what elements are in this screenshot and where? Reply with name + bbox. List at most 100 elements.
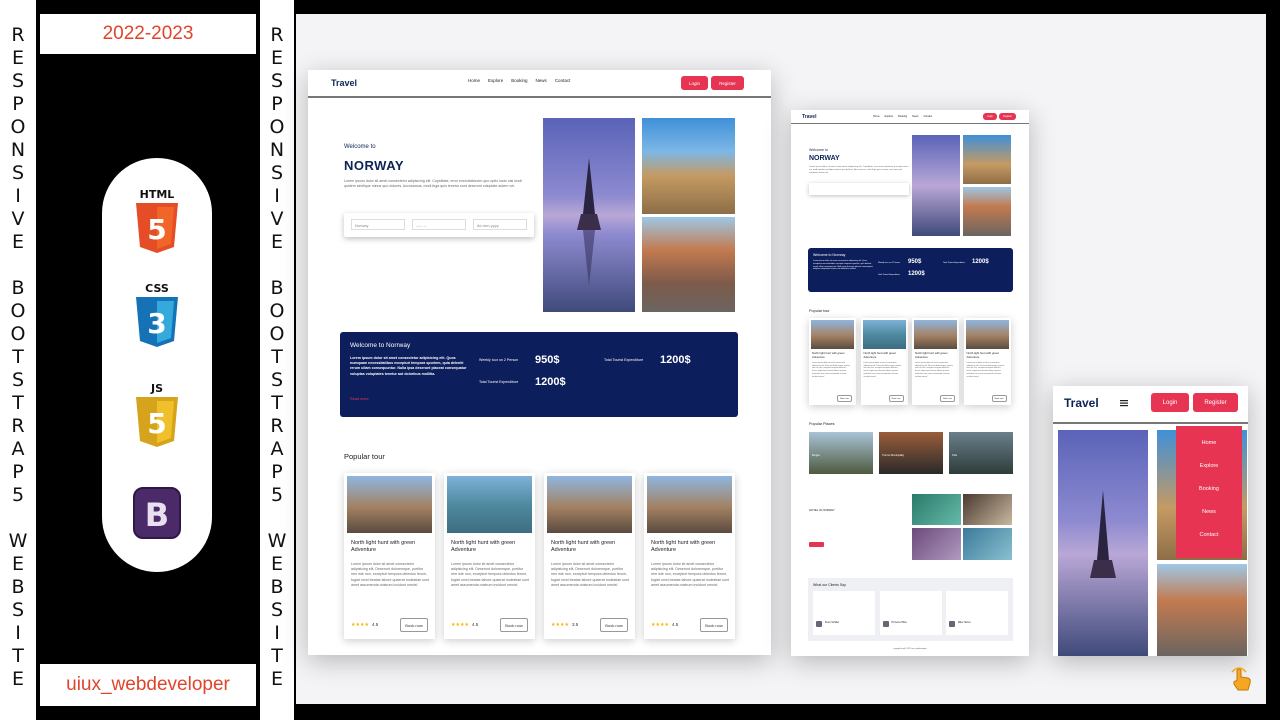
left-vertical-letter: E: [11, 47, 24, 69]
mobile-nav-link-booking[interactable]: Booking: [1176, 486, 1242, 492]
author-handle: uiux_webdeveloper: [40, 664, 256, 706]
tour-title: North light hunt with green Adventure: [351, 540, 416, 553]
tablet-nav-link-booking[interactable]: Booking: [898, 115, 907, 118]
brand-logo[interactable]: Travel: [331, 78, 357, 88]
place-card[interactable]: Tromso Municipality: [879, 432, 943, 474]
mobile-nav-link-contact[interactable]: Contact: [1176, 532, 1242, 538]
tablet-welcome-band: Welcome to Norrway Lorem ipsum dolor sit…: [808, 248, 1013, 292]
mobile-nav-link-news[interactable]: News: [1176, 509, 1242, 515]
tablet-tour-text: Lorem ipsum dolor sit amet consectetur a…: [966, 362, 1005, 378]
popular-tour-heading: Popular tour: [344, 452, 385, 461]
mobile-register-button[interactable]: Register: [1193, 393, 1238, 412]
html5-logo-icon: HTML 5: [130, 188, 184, 254]
tablet-login-button[interactable]: Login: [983, 113, 997, 120]
tour-rating: ★★★★ 4.5: [651, 622, 678, 628]
tablet-nav-link-explore[interactable]: Explore: [885, 115, 893, 118]
tablet-footer: copyright uiux@ 2022 uiux_webdeveloper: [893, 648, 927, 650]
read-more-link[interactable]: Read more: [350, 397, 369, 401]
cathedral-image: [642, 118, 735, 214]
tablet-book-button[interactable]: Book now: [888, 395, 904, 402]
left-vertical-title: RESPONSIVEBOOTSTRAP5WEBSITE: [0, 0, 36, 720]
client-avatar: [816, 621, 822, 627]
nav-link-booking[interactable]: Booking: [511, 78, 527, 83]
year-label: 2022-2023: [40, 14, 256, 54]
mobile-brand[interactable]: Travel: [1064, 396, 1099, 410]
tour-card: North light hunt with green Adventure Lor…: [444, 473, 535, 639]
place-card[interactable]: Bergen: [809, 432, 873, 474]
date-input[interactable]: dd-mm-yyyy: [473, 219, 527, 230]
place-name: Tromso Municipality: [882, 454, 905, 457]
stat1-value: 950$: [535, 354, 560, 366]
right-vertical-letter: P: [271, 461, 283, 483]
preview-canvas: Travel Home Explore Booking News Contact Log…: [296, 14, 1266, 704]
rating-value: 4.5: [471, 622, 479, 627]
login-button[interactable]: Login: [681, 76, 708, 90]
tablet-nav-link-news[interactable]: News: [912, 115, 918, 118]
tablet-brand[interactable]: Travel: [802, 114, 816, 120]
tablet-cathedral-image: [963, 135, 1011, 184]
svg-text:5: 5: [147, 213, 166, 246]
tablet-tour-card: North light hunt with green Adventure Lor…: [963, 318, 1011, 405]
left-vertical-letter: T: [12, 392, 24, 414]
left-vertical-letter: I: [15, 185, 21, 207]
right-vertical-letter: W: [267, 530, 287, 552]
tech-stack-pill: HTML 5 CSS 3 JS 5 B: [102, 158, 212, 572]
tablet-book-button[interactable]: Book now: [991, 395, 1007, 402]
nav-link-news[interactable]: News: [536, 78, 547, 83]
right-vertical-letter: S: [270, 599, 284, 621]
right-vertical-letter: T: [271, 392, 283, 414]
clients-heading: What our Clients Say: [813, 583, 846, 587]
nav-link-contact[interactable]: Contact: [555, 78, 571, 83]
left-vertical-letter: E: [11, 553, 24, 575]
register-button[interactable]: Register: [711, 76, 744, 90]
hamburger-menu-icon[interactable]: [1120, 399, 1128, 407]
left-vertical-letter: E: [11, 231, 24, 253]
left-vertical-letter: P: [12, 461, 24, 483]
tablet-search-bar[interactable]: [809, 183, 909, 195]
left-vertical-letter: B: [11, 576, 25, 598]
tablet-book-button[interactable]: Book now: [940, 395, 955, 402]
eiffel-tower-image: [543, 118, 635, 312]
book-now-button[interactable]: Book now: [700, 618, 728, 632]
place-card[interactable]: Oslo: [949, 432, 1013, 474]
book-now-button[interactable]: Book now: [600, 618, 628, 632]
book-now-button[interactable]: Book now: [500, 618, 528, 632]
right-vertical-letter: 5: [270, 484, 284, 506]
nav-link-explore[interactable]: Explore: [488, 78, 503, 83]
welcome-band: Welcome to Norrway Lorem ipsum dolor sit…: [340, 332, 738, 417]
rating-value: 4.5: [671, 622, 679, 627]
right-vertical-letter: E: [270, 231, 283, 253]
hotel-image-2: [963, 494, 1012, 525]
tablet-register-button[interactable]: Register: [999, 113, 1016, 120]
mobile-login-button[interactable]: Login: [1151, 393, 1189, 412]
tablet-nav-link-contact[interactable]: Contact: [923, 115, 932, 118]
time-input[interactable]: --:-- --: [412, 219, 466, 230]
destination-input[interactable]: Norway: [351, 219, 405, 230]
tour-card: North light hunt with green Adventure Lor…: [544, 473, 635, 639]
right-vertical-letter: P: [271, 93, 283, 115]
right-vertical-letter: R: [270, 24, 284, 46]
desktop-navbar: Travel Home Explore Booking News Contact Log…: [308, 70, 771, 98]
mobile-nav-link-home[interactable]: Home: [1176, 440, 1242, 446]
tablet-nav-link-home[interactable]: Home: [873, 115, 880, 118]
right-vertical-letter: I: [274, 622, 280, 644]
tablet-hotel-button[interactable]: [809, 542, 824, 547]
hotel-image-4: [963, 528, 1012, 560]
tablet-tour-title: North light hunt with green Adventure: [915, 351, 948, 359]
tablet-book-button[interactable]: Book now: [837, 395, 852, 402]
tablet-tour-card: North light hunt with green Adventure Lor…: [809, 318, 856, 405]
mobile-nav-link-explore[interactable]: Explore: [1176, 463, 1242, 469]
book-now-button[interactable]: Book now: [400, 618, 428, 632]
right-vertical-letter: E: [270, 553, 283, 575]
tablet-tour-text: Lorem ipsum dolor sit amet consectetur a…: [863, 362, 902, 378]
js-logo-icon: JS 5: [130, 382, 184, 448]
hero-welcome: Welcome to: [344, 144, 376, 150]
left-vertical-letter: 5: [11, 484, 25, 506]
tour-image: [347, 476, 432, 533]
left-vertical-letter: N: [10, 139, 26, 161]
nav-link-home[interactable]: Home: [468, 78, 480, 83]
tour-text: Lorem ipsum dolor sit amet consectetur a…: [651, 562, 729, 587]
tablet-band-title: Welcome to Norrway: [813, 253, 846, 257]
tablet-tour-image: [811, 320, 854, 349]
client-avatar: [882, 621, 889, 627]
